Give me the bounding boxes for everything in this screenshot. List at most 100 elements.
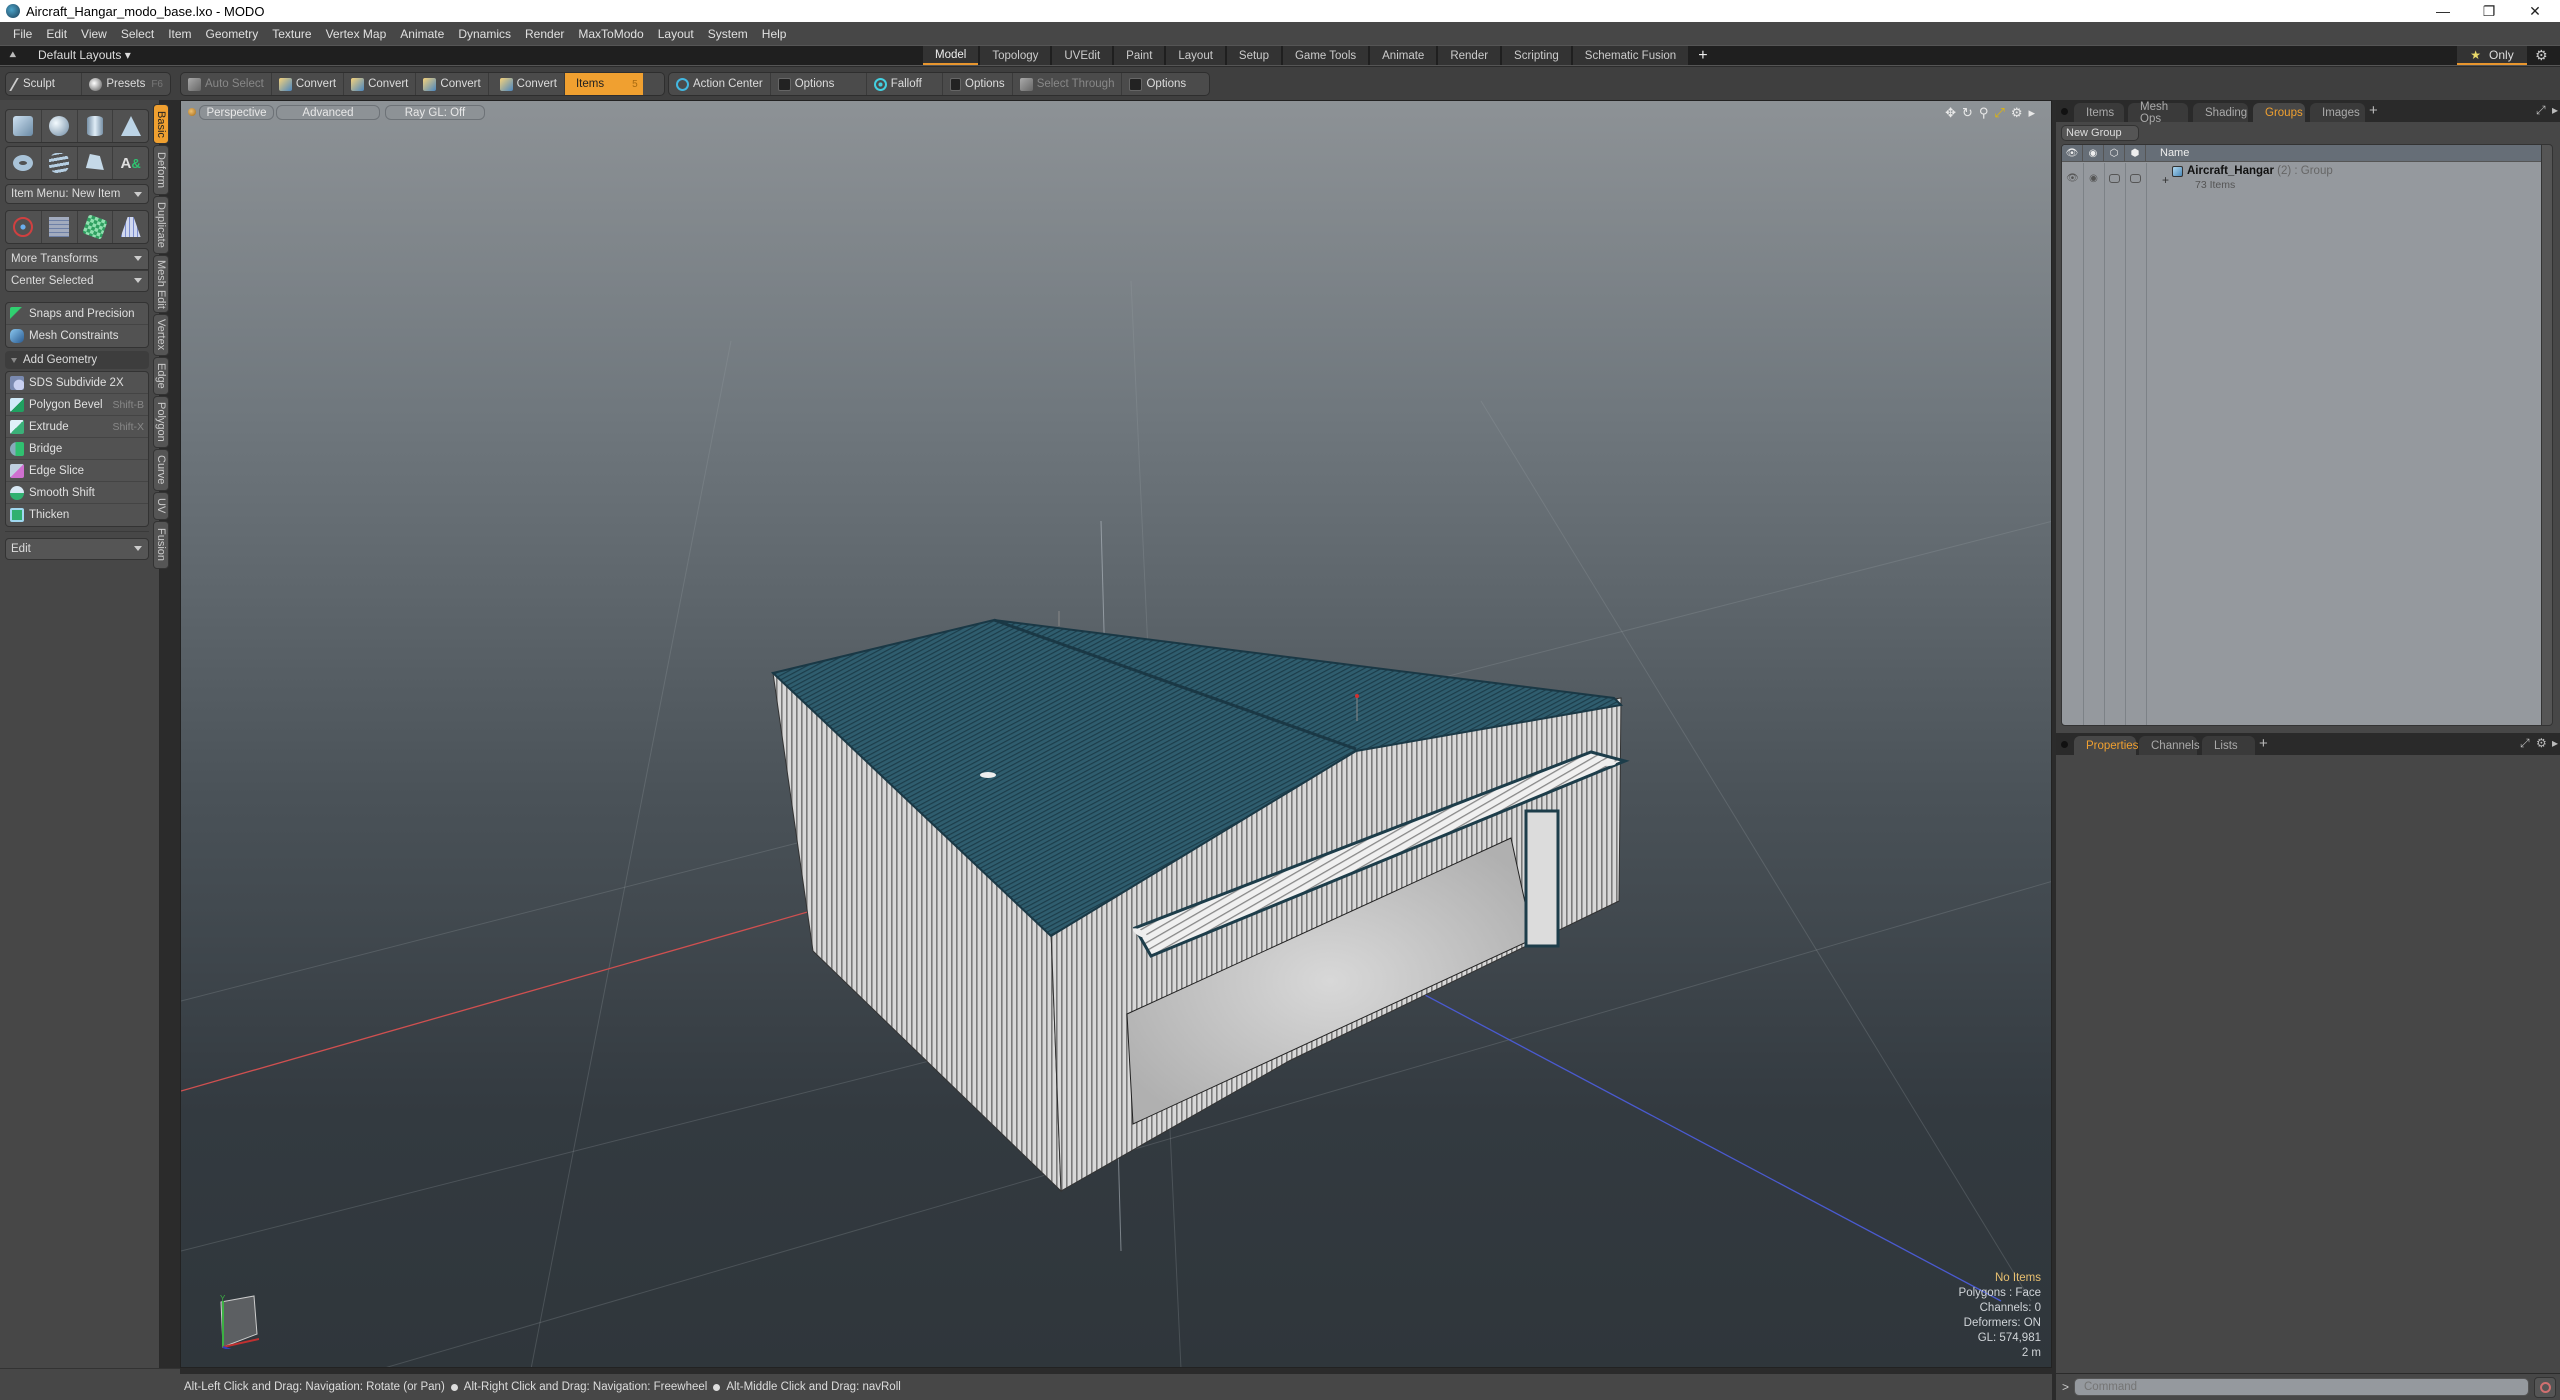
expand-arrow-icon[interactable]: ▸	[2552, 736, 2558, 750]
layout-tab-game-tools[interactable]: Game Tools	[1282, 46, 1369, 65]
layout-tab-layout[interactable]: Layout	[1166, 46, 1225, 65]
spiral-tool[interactable]	[42, 147, 78, 179]
layout-tab-animate[interactable]: Animate	[1370, 46, 1437, 65]
sculpt-button[interactable]: Sculpt	[6, 73, 83, 95]
lock-toggle[interactable]	[2104, 163, 2125, 193]
zoom-icon[interactable]: ⚲	[1979, 105, 1989, 121]
layout-tab-scripting[interactable]: Scripting	[1502, 46, 1571, 65]
polygon-bevel-button[interactable]: Polygon Bevel Shift-B	[6, 394, 148, 416]
convert-vertices-button[interactable]: Convert	[272, 73, 345, 95]
smooth-shift-button[interactable]: Smooth Shift	[6, 482, 148, 504]
viewport-options-dot[interactable]	[188, 108, 196, 116]
collapse-arrow-icon[interactable]: ⯅	[8, 48, 18, 63]
menu-edit[interactable]: Edit	[39, 27, 74, 41]
layout-tab-topology[interactable]: Topology	[980, 46, 1051, 65]
items-mode-button[interactable]: Items 5	[564, 73, 643, 95]
expand-arrow-icon[interactable]: ▸	[2028, 105, 2035, 121]
menu-render[interactable]: Render	[518, 27, 571, 41]
menu-view[interactable]: View	[74, 27, 114, 41]
gear-icon[interactable]: ⚙	[2536, 736, 2547, 750]
raygl-button[interactable]: Ray GL: Off	[385, 105, 485, 120]
mesh-constraints-button[interactable]: Mesh Constraints	[6, 325, 148, 347]
3d-viewport[interactable]: Perspective Advanced Ray GL: Off ✥ ↻ ⚲ ⤢…	[180, 100, 2052, 1368]
expand-arrow-icon[interactable]: ▸	[2552, 103, 2558, 117]
taper-tool[interactable]	[113, 211, 148, 243]
close-button[interactable]: ✕	[2512, 0, 2558, 22]
menu-vertex-map[interactable]: Vertex Map	[319, 27, 394, 41]
pen-tool[interactable]	[78, 147, 114, 179]
cube-tool[interactable]	[6, 110, 42, 142]
tab-properties[interactable]: Properties	[2074, 736, 2138, 755]
convert-materials-button[interactable]: Convert	[493, 73, 565, 95]
only-toggle-button[interactable]: ★ Only	[2457, 46, 2527, 65]
presets-button[interactable]: Presets F6	[82, 73, 170, 95]
menu-dynamics[interactable]: Dynamics	[451, 27, 518, 41]
add-tab-button[interactable]: +	[2259, 735, 2268, 752]
menu-item[interactable]: Item	[161, 27, 198, 41]
convert-polygons-button[interactable]: Convert	[416, 73, 489, 95]
tab-mesh-ops[interactable]: Mesh Ops	[2128, 101, 2188, 125]
maximize-panel-icon[interactable]: ⤢	[2536, 103, 2546, 118]
add-geometry-header[interactable]: Add Geometry	[5, 351, 149, 369]
menu-help[interactable]: Help	[755, 27, 794, 41]
maximize-panel-icon[interactable]: ⤢	[2520, 736, 2530, 751]
layout-tab-schematic-fusion[interactable]: Schematic Fusion	[1572, 46, 1689, 65]
text-tool[interactable]: A&	[113, 147, 148, 179]
layout-tab-uvedit[interactable]: UVEdit	[1052, 46, 1113, 65]
vtab-deform[interactable]: Deform	[153, 145, 169, 195]
vtab-duplicate[interactable]: Duplicate	[153, 196, 169, 254]
action-center-options-button[interactable]: Options	[771, 73, 867, 95]
vtab-uv[interactable]: UV	[153, 492, 169, 520]
record-macro-button[interactable]	[2534, 1377, 2556, 1398]
layout-tab-render[interactable]: Render	[1438, 46, 1501, 65]
tab-channels[interactable]: Channels	[2139, 736, 2200, 755]
torus-tool[interactable]	[6, 147, 42, 179]
visibility-toggle[interactable]: 👁	[2062, 163, 2083, 193]
pan-icon[interactable]: ✥	[1945, 105, 1956, 121]
menu-maxtomodo[interactable]: MaxToModo	[571, 27, 650, 41]
add-layout-tab-button[interactable]: +	[1690, 46, 1715, 65]
action-center-button[interactable]: Action Center	[669, 73, 771, 95]
restore-button[interactable]: ❐	[2466, 0, 2512, 22]
expand-plus-icon[interactable]: +	[2162, 173, 2169, 187]
vtab-curve[interactable]: Curve	[153, 449, 169, 491]
view-mode-button[interactable]: Perspective	[199, 105, 274, 120]
select-column-icon[interactable]: ⬢	[2125, 145, 2146, 161]
minimize-button[interactable]: —	[2420, 0, 2466, 22]
menu-layout[interactable]: Layout	[651, 27, 701, 41]
gear-icon[interactable]: ⚙	[2011, 105, 2023, 121]
new-group-button[interactable]: New Group	[2061, 125, 2139, 141]
layout-tab-setup[interactable]: Setup	[1226, 46, 1281, 65]
tab-items[interactable]: Items	[2074, 103, 2124, 122]
thicken-button[interactable]: Thicken	[6, 504, 148, 526]
sphere-tool[interactable]	[42, 110, 78, 142]
shading-mode-button[interactable]: Advanced	[276, 105, 380, 120]
menu-file[interactable]: File	[6, 27, 39, 41]
more-transforms-dropdown[interactable]: More Transforms	[5, 248, 149, 270]
render-column-icon[interactable]: ◉	[2083, 145, 2104, 161]
grid-tool[interactable]	[42, 211, 78, 243]
tab-lists[interactable]: Lists	[2202, 736, 2255, 755]
menu-geometry[interactable]: Geometry	[199, 27, 266, 41]
checker-tool[interactable]	[78, 211, 114, 243]
center-selected-dropdown[interactable]: Center Selected	[5, 270, 149, 292]
maximize-icon[interactable]: ⤢	[1994, 105, 2004, 121]
vtab-polygon[interactable]: Polygon	[153, 396, 169, 448]
command-input[interactable]	[2074, 1378, 2529, 1396]
name-column-header[interactable]: Name	[2146, 145, 2189, 161]
vtab-mesh-edit[interactable]: Mesh Edit	[153, 255, 169, 313]
auto-select-button[interactable]: Auto Select	[181, 73, 272, 95]
groups-list-scrollbar[interactable]	[2541, 144, 2553, 726]
cylinder-tool[interactable]	[78, 110, 114, 142]
vtab-basic[interactable]: Basic	[153, 104, 169, 144]
lock-column-icon[interactable]: ⬡	[2104, 145, 2125, 161]
hangar-model[interactable]	[770, 611, 1630, 1193]
layout-tab-paint[interactable]: Paint	[1114, 46, 1165, 65]
default-layouts-dropdown[interactable]: Default Layouts ▾	[38, 48, 131, 62]
select-toggle[interactable]	[2125, 163, 2146, 193]
rotate-icon[interactable]: ↻	[1962, 105, 1973, 121]
transform-tool[interactable]	[6, 211, 42, 243]
group-row[interactable]: 👁 ◉ + Aircraft_Hangar (2) : Group 73 Ite…	[2062, 163, 2545, 193]
layout-tab-model[interactable]: Model	[923, 46, 979, 65]
snaps-and-precision-button[interactable]: Snaps and Precision	[6, 303, 148, 325]
